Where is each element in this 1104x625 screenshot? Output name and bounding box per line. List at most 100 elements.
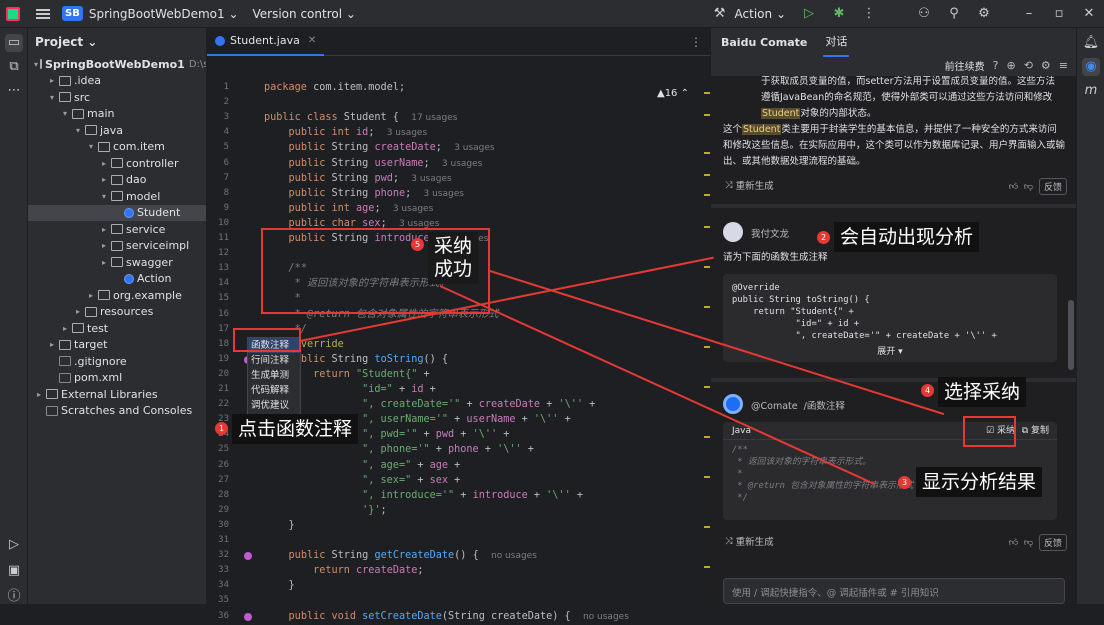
tree-item-test[interactable]: ▸ test	[28, 320, 206, 337]
folder-icon[interactable]: ▭	[5, 34, 23, 52]
code-line[interactable]: 2	[207, 95, 710, 110]
chevron-right-icon[interactable]: ▸	[99, 241, 109, 250]
thumbs-up-icon[interactable]: 👍︎	[1009, 538, 1018, 548]
chevron-right-icon[interactable]: ▸	[99, 159, 109, 168]
thumbs-down-icon[interactable]: 👎︎	[1024, 182, 1033, 192]
tree-item-scratches-and-consoles[interactable]: Scratches and Consoles	[28, 403, 206, 420]
code-line[interactable]: 8 public String phone; 3 usages	[207, 186, 710, 201]
chevron-down-icon[interactable]: ▾	[86, 142, 96, 151]
feedback-button[interactable]: 反馈	[1038, 534, 1067, 551]
add-user-icon[interactable]: ⚇	[914, 4, 934, 24]
main-menu-icon[interactable]	[36, 8, 50, 19]
close-icon[interactable]: ✕	[1079, 4, 1099, 24]
plugin-icon[interactable]: ⊕	[1006, 59, 1015, 72]
tree-item--gitignore[interactable]: .gitignore	[28, 353, 206, 370]
help-icon[interactable]: ?	[993, 59, 999, 72]
tab-more-icon[interactable]: ⋮	[690, 35, 702, 49]
tree-item-swagger[interactable]: ▸ swagger	[28, 254, 206, 271]
run-config-selector[interactable]: Action ⌄	[735, 7, 786, 21]
tree-item-com-item[interactable]: ▾ com.item	[28, 139, 206, 156]
code-line[interactable]: 4 public int id; 3 usages	[207, 125, 710, 140]
settings-icon[interactable]: ⚙	[1041, 59, 1051, 72]
tree-item-main[interactable]: ▾ main	[28, 106, 206, 123]
code-line[interactable]: 33 return createDate;	[207, 563, 710, 578]
tree-item-model[interactable]: ▾ model	[28, 188, 206, 205]
more-tools-icon[interactable]: ⋯	[5, 82, 23, 100]
project-switcher[interactable]: SpringBootWebDemo1 ⌄	[89, 7, 239, 21]
project-panel-title[interactable]: Project ⌄	[28, 28, 206, 56]
chat-scrollbar[interactable]	[1068, 300, 1074, 370]
run-icon[interactable]: ▷	[799, 4, 819, 24]
chevron-down-icon[interactable]: ▾	[34, 60, 38, 69]
problems-icon[interactable]: ⓘ	[5, 588, 23, 606]
history-icon[interactable]: ⟲	[1024, 59, 1033, 72]
chevron-down-icon[interactable]: ▾	[47, 93, 57, 102]
notifications-icon[interactable]: 🔔︎	[1082, 34, 1100, 52]
tree-item-serviceimpl[interactable]: ▸ serviceimpl	[28, 238, 206, 255]
code-line[interactable]: 25 ", phone='" + phone + '\'' +	[207, 442, 710, 457]
maximize-icon[interactable]: ▫	[1049, 4, 1069, 24]
code-line[interactable]: 36 public void setCreateDate(String crea…	[207, 609, 710, 624]
thumbs-down-icon[interactable]: 👎︎	[1024, 538, 1033, 548]
code-line[interactable]: 31	[207, 533, 710, 548]
chevron-down-icon[interactable]: ▾	[60, 109, 70, 118]
code-line[interactable]: 30 }	[207, 518, 710, 533]
chevron-right-icon[interactable]: ▸	[73, 307, 83, 316]
menu-icon[interactable]: ≡	[1059, 59, 1068, 72]
tab-chat[interactable]: 对话	[823, 27, 850, 57]
feedback-button[interactable]: 反馈	[1038, 178, 1067, 195]
chevron-right-icon[interactable]: ▸	[99, 258, 109, 267]
chevron-right-icon[interactable]: ▸	[99, 175, 109, 184]
menu-item[interactable]: 代码解释	[248, 383, 300, 398]
structure-icon[interactable]: ⧉	[5, 58, 23, 76]
chevron-right-icon[interactable]: ▸	[60, 324, 70, 333]
code-line[interactable]: 28 ", introduce='" + introduce + '\'' +	[207, 488, 710, 503]
chevron-right-icon[interactable]: ▸	[34, 390, 44, 399]
copy-button[interactable]: ⧉ 复制	[1022, 422, 1049, 440]
renew-link[interactable]: 前往续费	[945, 58, 985, 73]
comate-gutter-icon[interactable]	[244, 552, 252, 561]
code-line[interactable]: 26 ", age=" + age +	[207, 458, 710, 473]
tree-item-student[interactable]: Student	[28, 204, 206, 221]
comate-icon[interactable]: ◉	[1082, 58, 1100, 76]
hammer-icon[interactable]: ⚒	[710, 4, 730, 24]
code-line[interactable]: 5 public String createDate; 3 usages	[207, 140, 710, 155]
vcs-menu[interactable]: Version control ⌄	[253, 7, 356, 21]
tree-item-java[interactable]: ▾ java	[28, 122, 206, 139]
minimize-icon[interactable]: –	[1019, 4, 1039, 24]
tree-item-service[interactable]: ▸ service	[28, 221, 206, 238]
chevron-down-icon[interactable]: ▾	[73, 126, 83, 135]
code-line[interactable]: 9 public int age; 3 usages	[207, 201, 710, 216]
code-line[interactable]: 34 }	[207, 578, 710, 593]
tree-item-controller[interactable]: ▸ controller	[28, 155, 206, 172]
tab-student-java[interactable]: Student.java ✕	[207, 28, 325, 56]
tree-item-org-example[interactable]: ▸ org.example	[28, 287, 206, 304]
thumbs-up-icon[interactable]: 👍︎	[1009, 182, 1018, 192]
menu-item[interactable]: 行间注释	[248, 353, 300, 368]
code-line[interactable]: 27 ", sex=" + sex +	[207, 473, 710, 488]
debug-icon[interactable]: ✱	[829, 4, 849, 24]
terminal-icon[interactable]: ▣	[5, 562, 23, 580]
menu-item[interactable]: 生成单测	[248, 368, 300, 383]
chevron-right-icon[interactable]: ▸	[47, 340, 57, 349]
services-icon[interactable]: ▷	[5, 536, 23, 554]
code-line[interactable]: 35	[207, 593, 710, 608]
comate-gutter-icon[interactable]	[244, 612, 252, 621]
tree-item-resources[interactable]: ▸ resources	[28, 304, 206, 321]
code-line[interactable]: 32 public String getCreateDate() { no us…	[207, 548, 710, 563]
menu-item[interactable]: 调优建议	[248, 398, 300, 413]
expand-button[interactable]: 展开 ▾	[723, 344, 1057, 357]
tree-item--idea[interactable]: ▸ .idea	[28, 73, 206, 90]
close-tab-icon[interactable]: ✕	[308, 35, 316, 46]
tree-item-target[interactable]: ▸ target	[28, 337, 206, 354]
chevron-down-icon[interactable]: ▾	[99, 192, 109, 201]
code-line[interactable]: 1 package com.item.model;	[207, 80, 710, 95]
code-line[interactable]: 6 public String userName; 3 usages	[207, 156, 710, 171]
tree-item-dao[interactable]: ▸ dao	[28, 172, 206, 189]
tree-item-src[interactable]: ▾ src	[28, 89, 206, 106]
tree-item-external-libraries[interactable]: ▸ External Libraries	[28, 386, 206, 403]
more-actions-icon[interactable]: ⋮	[859, 4, 879, 24]
tree-item-springbootwebdemo1[interactable]: ▾ SpringBootWebDemo1D:\save\	[28, 56, 206, 73]
regenerate-button[interactable]: ⤨ 重新生成	[725, 178, 774, 193]
chevron-right-icon[interactable]: ▸	[47, 76, 57, 85]
